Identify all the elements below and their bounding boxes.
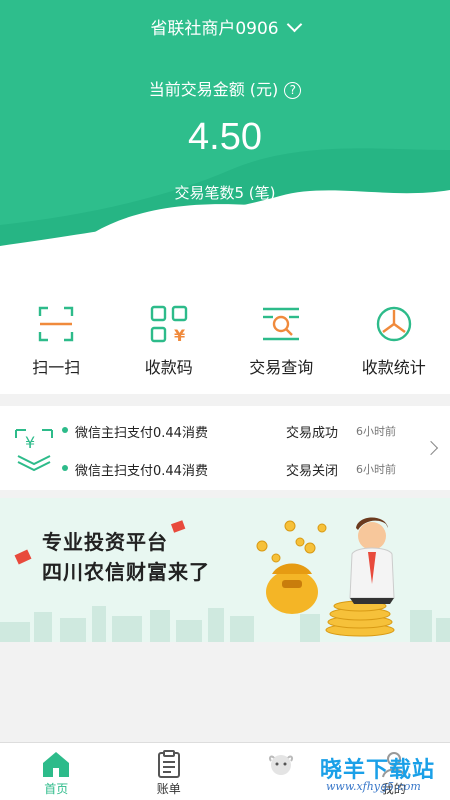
action-qr-code[interactable]: ¥ 收款码 [113,260,226,394]
promo-banner[interactable]: 专业投资平台 四川农信财富来了 [0,498,450,642]
transaction-desc: 微信主扫支付0.44消费 [75,426,208,441]
content-empty-area [0,642,450,742]
help-icon[interactable]: ? [284,82,302,99]
banner-title: 专业投资平台 [42,530,168,554]
transaction-row[interactable]: 微信主扫支付0.44消费 交易成功 6小时前 [62,422,422,442]
transaction-time: 6小时前 [356,425,396,438]
scan-icon [39,306,74,342]
merchant-selector[interactable]: 省联社商户0906 [0,14,450,39]
pie-chart-icon [376,306,411,342]
transaction-count: 交易笔数5 (笔) [174,184,276,202]
status-dot [62,465,68,471]
search-record-icon [263,307,300,341]
action-label: 交易查询 [249,358,314,377]
summary-header: 省联社商户0906 当前交易金额 (元)? 4.50 交易笔数5 (笔) [0,0,450,260]
quick-actions: 扫一扫 ¥ 收款码 交易查询 收款统计 [0,260,450,394]
svg-text:¥: ¥ [174,326,185,344]
chevron-down-icon [286,16,302,33]
recent-transactions[interactable]: ¥ 微信主扫支付0.44消费 交易成功 6小时前 微信主扫支付0.44消费 交易… [0,406,450,490]
merchant-name: 省联社商户0906 [150,19,279,39]
clipboard-icon [157,750,180,778]
transaction-status: 交易成功 [286,426,339,441]
transaction-time: 6小时前 [356,463,396,476]
chevron-right-icon[interactable] [423,440,439,456]
tab-label: 账单 [156,782,181,796]
qr-payment-icon: ¥ [150,305,187,344]
app-screen: 省联社商户0906 当前交易金额 (元)? 4.50 交易笔数5 (笔) 扫一扫… [0,0,450,800]
tab-home[interactable]: 首页 [0,743,113,800]
receipt-yen-icon: ¥ [15,429,53,472]
transaction-row[interactable]: 微信主扫支付0.44消费 交易关闭 6小时前 [62,460,422,480]
transaction-amount: 4.50 [188,116,262,158]
action-label: 收款统计 [361,358,426,377]
amount-label: 当前交易金额 (元) [148,80,279,99]
action-scan[interactable]: 扫一扫 [0,260,113,394]
amount-label-row: 当前交易金额 (元)? [0,76,450,100]
action-transaction-query[interactable]: 交易查询 [225,260,338,394]
transaction-desc: 微信主扫支付0.44消费 [75,464,208,479]
action-label: 扫一扫 [32,358,81,377]
action-statistics[interactable]: 收款统计 [338,260,450,394]
svg-text:¥: ¥ [25,433,35,452]
tab-label: 首页 [44,782,69,796]
transaction-status: 交易关闭 [286,464,339,479]
status-dot [62,427,68,433]
action-label: 收款码 [144,358,193,377]
home-icon [43,752,70,777]
tab-bills[interactable]: 账单 [113,743,226,800]
sheep-icon [269,755,294,775]
watermark-url: www.xfhyg5.com [326,780,421,793]
banner-subtitle: 四川农信财富来了 [42,560,210,584]
